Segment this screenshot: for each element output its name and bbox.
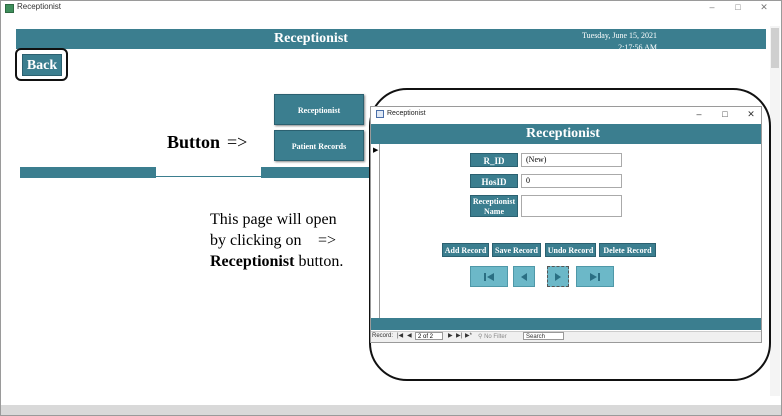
last-record-glyph — [590, 273, 600, 281]
minimize-button[interactable]: – — [705, 2, 719, 12]
first-record-icon[interactable] — [470, 266, 508, 287]
save-record-button[interactable]: Save Record — [492, 243, 541, 257]
lower-bar-left — [20, 167, 156, 178]
rid-field[interactable]: (New) — [521, 153, 622, 167]
annotation-line-3: Receptionist button. — [210, 253, 343, 271]
record-selector[interactable] — [371, 144, 380, 318]
rid-label: R_ID — [470, 153, 518, 167]
lower-divider — [156, 176, 261, 177]
annotation-bold: Receptionist — [210, 253, 295, 270]
patient-records-button[interactable]: Patient Records — [274, 130, 364, 161]
delete-record-button[interactable]: Delete Record — [599, 243, 656, 257]
status-new-icon[interactable]: ▶* — [465, 332, 472, 339]
undo-record-button[interactable]: Undo Record — [545, 243, 596, 257]
popup-maximize-button[interactable]: □ — [718, 109, 732, 119]
next-record-glyph — [555, 273, 561, 281]
window-titlebar — [1, 1, 781, 17]
scrollbar-thumb[interactable] — [771, 28, 779, 68]
record-label: Record: — [372, 333, 394, 339]
annotation-button-arrow: => — [227, 132, 248, 152]
popup-close-button[interactable]: ✕ — [744, 109, 758, 120]
popup-footer-bar — [371, 318, 761, 330]
window-title: Receptionist — [17, 2, 62, 11]
receptionist-button[interactable]: Receptionist — [274, 94, 364, 125]
bottom-status-strip — [1, 405, 781, 415]
annotation-line-1: This page will open — [210, 211, 337, 228]
current-record-icon: ▶ — [373, 147, 379, 154]
annotation-line-2: by clicking on — [210, 232, 302, 249]
maximize-button[interactable]: □ — [731, 2, 745, 12]
previous-record-glyph — [521, 273, 527, 281]
access-app-icon — [5, 4, 14, 13]
back-button[interactable]: Back — [22, 54, 62, 76]
header-date: Tuesday, June 15, 2021 — [582, 31, 657, 40]
receptionist-name-label: Receptionist Name — [470, 195, 518, 217]
status-last-icon[interactable]: ▶| — [456, 332, 462, 339]
page-title: Receptionist — [274, 31, 348, 46]
hosid-label: HosID — [470, 174, 518, 188]
search-input[interactable]: Search — [523, 332, 564, 340]
lower-bar-right — [261, 167, 371, 178]
vertical-scrollbar[interactable] — [770, 26, 780, 396]
last-record-icon[interactable] — [576, 266, 614, 287]
annotation-button-label: Button — [167, 132, 221, 152]
hosid-field[interactable]: 0 — [521, 174, 622, 188]
previous-record-icon[interactable] — [513, 266, 535, 287]
status-prev-icon[interactable]: ◀ — [407, 332, 412, 339]
status-next-icon[interactable]: ▶ — [448, 332, 453, 339]
record-position-input[interactable]: 2 of 2 — [415, 332, 443, 340]
filter-label: No Filter — [484, 334, 507, 340]
receptionist-name-field[interactable] — [521, 195, 622, 217]
header-time: 2:17:56 AM — [618, 43, 657, 52]
first-record-glyph — [484, 273, 494, 281]
status-first-icon[interactable]: |◀ — [397, 332, 403, 339]
add-record-button[interactable]: Add Record — [442, 243, 489, 257]
no-filter-indicator[interactable]: ⚲ No Filter — [478, 333, 507, 340]
next-record-icon[interactable] — [547, 266, 569, 287]
close-button[interactable]: ✕ — [757, 2, 771, 13]
annotation-line-2-arrow: => — [318, 232, 337, 249]
popup-header-title: Receptionist — [526, 126, 600, 141]
popup-minimize-button[interactable]: – — [692, 109, 706, 119]
popup-title: Receptionist — [387, 110, 426, 117]
form-icon — [376, 110, 384, 118]
annotation-rest: button. — [294, 253, 344, 270]
